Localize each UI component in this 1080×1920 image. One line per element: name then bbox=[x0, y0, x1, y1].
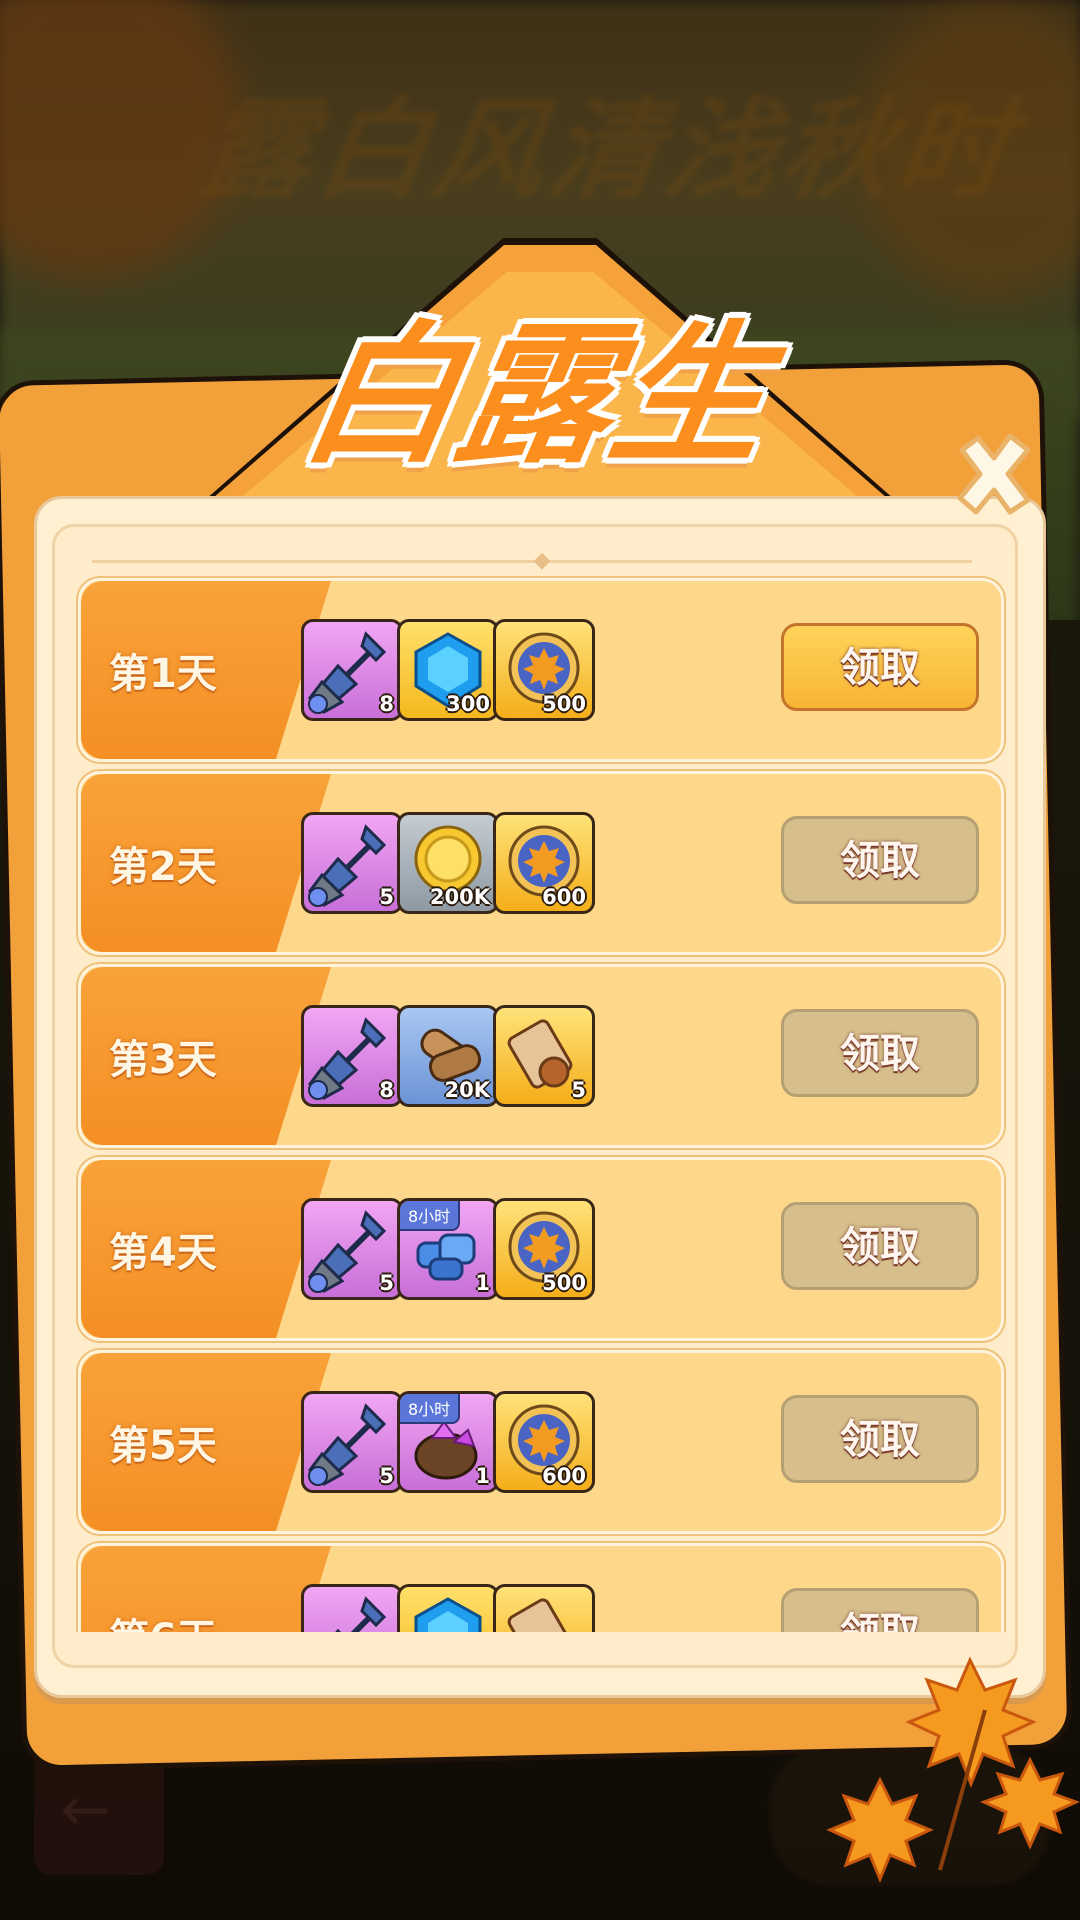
reward-item[interactable] bbox=[493, 1584, 595, 1632]
claim-button[interactable]: 领取 bbox=[781, 1202, 979, 1290]
item-quantity: 1 bbox=[475, 1271, 490, 1295]
reward-item[interactable]: 600 bbox=[493, 1391, 595, 1493]
item-quantity: 500 bbox=[542, 1271, 586, 1295]
item-quantity: 1 bbox=[475, 1464, 490, 1488]
item-quantity: 600 bbox=[542, 885, 586, 909]
reward-row: 第4天 5 8小时 1 500 领取 bbox=[78, 1157, 1004, 1341]
item-quantity: 8 bbox=[379, 692, 394, 716]
reward-item[interactable]: 200K bbox=[397, 812, 499, 914]
reward-item[interactable]: 5 bbox=[493, 1005, 595, 1107]
day-label: 第6天 bbox=[109, 1606, 217, 1632]
reward-row: 第2天 5 200K 600 领取 bbox=[78, 771, 1004, 955]
claim-button[interactable]: 领取 bbox=[781, 816, 979, 904]
item-quantity: 200K bbox=[429, 885, 490, 909]
reward-item[interactable]: 500 bbox=[493, 1198, 595, 1300]
item-quantity: 600 bbox=[542, 1464, 586, 1488]
item-quantity: 8 bbox=[379, 1078, 394, 1102]
claim-button[interactable]: 领取 bbox=[781, 1009, 979, 1097]
reward-item[interactable]: 20K bbox=[397, 1005, 499, 1107]
reward-list[interactable]: 第1天 8 300 500 领取 第2天 5 200K 600 领取 第3天 8 20K 5 领取 第4天 5 8… bbox=[70, 570, 1010, 1632]
reward-item[interactable] bbox=[301, 1584, 403, 1632]
reward-item[interactable]: 300 bbox=[397, 619, 499, 721]
reward-item[interactable]: 600 bbox=[493, 812, 595, 914]
day-label: 第2天 bbox=[109, 844, 217, 890]
reward-item[interactable]: 8小时 1 bbox=[397, 1198, 499, 1300]
reward-item[interactable]: 5 bbox=[301, 1198, 403, 1300]
maple-leaves-icon bbox=[826, 1656, 1080, 1883]
item-quantity: 5 bbox=[379, 1271, 394, 1295]
reward-row: 第3天 8 20K 5 领取 bbox=[78, 964, 1004, 1148]
reward-row: 第5天 5 8小时 1 600 领取 bbox=[78, 1350, 1004, 1534]
reward-item[interactable]: 500 bbox=[493, 619, 595, 721]
close-icon bbox=[957, 433, 1031, 515]
day-label: 第4天 bbox=[109, 1230, 217, 1276]
item-quantity: 5 bbox=[379, 885, 394, 909]
day-label: 第1天 bbox=[109, 651, 217, 697]
page-title: 白露生 bbox=[291, 307, 785, 484]
duration-tag: 8小时 bbox=[400, 1394, 461, 1424]
day-label: 第5天 bbox=[109, 1423, 217, 1469]
item-quantity: 500 bbox=[542, 692, 586, 716]
duration-tag: 8小时 bbox=[400, 1201, 461, 1231]
item-quantity: 5 bbox=[571, 1078, 586, 1102]
day-label: 第3天 bbox=[109, 1037, 217, 1083]
reward-item[interactable]: 5 bbox=[301, 812, 403, 914]
item-quantity: 300 bbox=[446, 692, 490, 716]
claim-button[interactable]: 领取 bbox=[781, 1395, 979, 1483]
reward-item[interactable]: 5 bbox=[301, 1391, 403, 1493]
reward-item[interactable] bbox=[397, 1584, 499, 1632]
item-quantity: 5 bbox=[379, 1464, 394, 1488]
reward-item[interactable]: 8 bbox=[301, 619, 403, 721]
reward-row: 第1天 8 300 500 领取 bbox=[78, 578, 1004, 762]
close-button[interactable] bbox=[944, 424, 1044, 524]
reward-item[interactable]: 8小时 1 bbox=[397, 1391, 499, 1493]
reward-item[interactable]: 8 bbox=[301, 1005, 403, 1107]
claim-button[interactable]: 领取 bbox=[781, 623, 979, 711]
item-quantity: 20K bbox=[444, 1078, 491, 1102]
